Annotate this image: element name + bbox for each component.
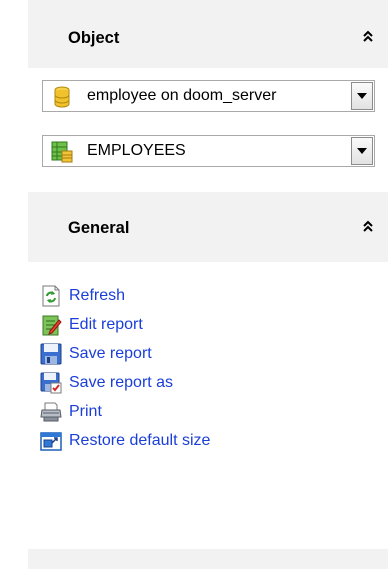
object-section-title: Object xyxy=(68,29,120,47)
table-dropdown-button[interactable] xyxy=(351,137,373,165)
table-combobox-value: EMPLOYEES xyxy=(87,142,186,159)
table-combobox[interactable]: EMPLOYEES xyxy=(42,135,375,167)
save-report-as-label: Save report as xyxy=(69,374,174,391)
restore-default-size-label: Restore default size xyxy=(69,432,211,449)
collapse-chevron-icon[interactable] xyxy=(360,218,376,236)
database-combobox-value: employee on doom_server xyxy=(87,87,277,104)
save-as-icon xyxy=(40,372,62,394)
table-icon xyxy=(51,141,73,163)
print-label: Print xyxy=(69,403,102,420)
navigation-panel: Object employee on doom_server EMPLOYEES… xyxy=(28,0,388,569)
database-icon xyxy=(54,86,70,108)
refresh-label: Refresh xyxy=(69,287,126,304)
general-section-header[interactable]: General xyxy=(28,198,388,258)
restore-default-size-action[interactable]: Restore default size xyxy=(40,427,370,455)
print-action[interactable]: Print xyxy=(40,398,370,426)
save-report-label: Save report xyxy=(69,345,152,362)
object-section-header[interactable]: Object xyxy=(28,8,388,68)
printer-icon xyxy=(40,402,62,422)
dropdown-arrow-icon xyxy=(357,93,367,99)
restore-size-icon xyxy=(40,432,62,451)
database-dropdown-button[interactable] xyxy=(351,82,373,110)
refresh-action[interactable]: Refresh xyxy=(40,282,370,310)
database-combobox[interactable]: employee on doom_server xyxy=(42,80,375,112)
general-section-title: General xyxy=(68,219,130,237)
edit-report-icon xyxy=(42,315,62,336)
refresh-icon xyxy=(42,285,60,307)
edit-report-action[interactable]: Edit report xyxy=(40,311,370,339)
edit-report-label: Edit report xyxy=(69,316,143,333)
general-section-body: Refresh Edit report Save report Save rep… xyxy=(28,262,388,549)
collapse-chevron-icon[interactable] xyxy=(360,28,376,46)
save-report-action[interactable]: Save report xyxy=(40,340,370,368)
save-icon xyxy=(40,343,62,365)
dropdown-arrow-icon xyxy=(357,148,367,154)
object-section-body: employee on doom_server EMPLOYEES xyxy=(28,68,388,192)
save-report-as-action[interactable]: Save report as xyxy=(40,369,370,397)
